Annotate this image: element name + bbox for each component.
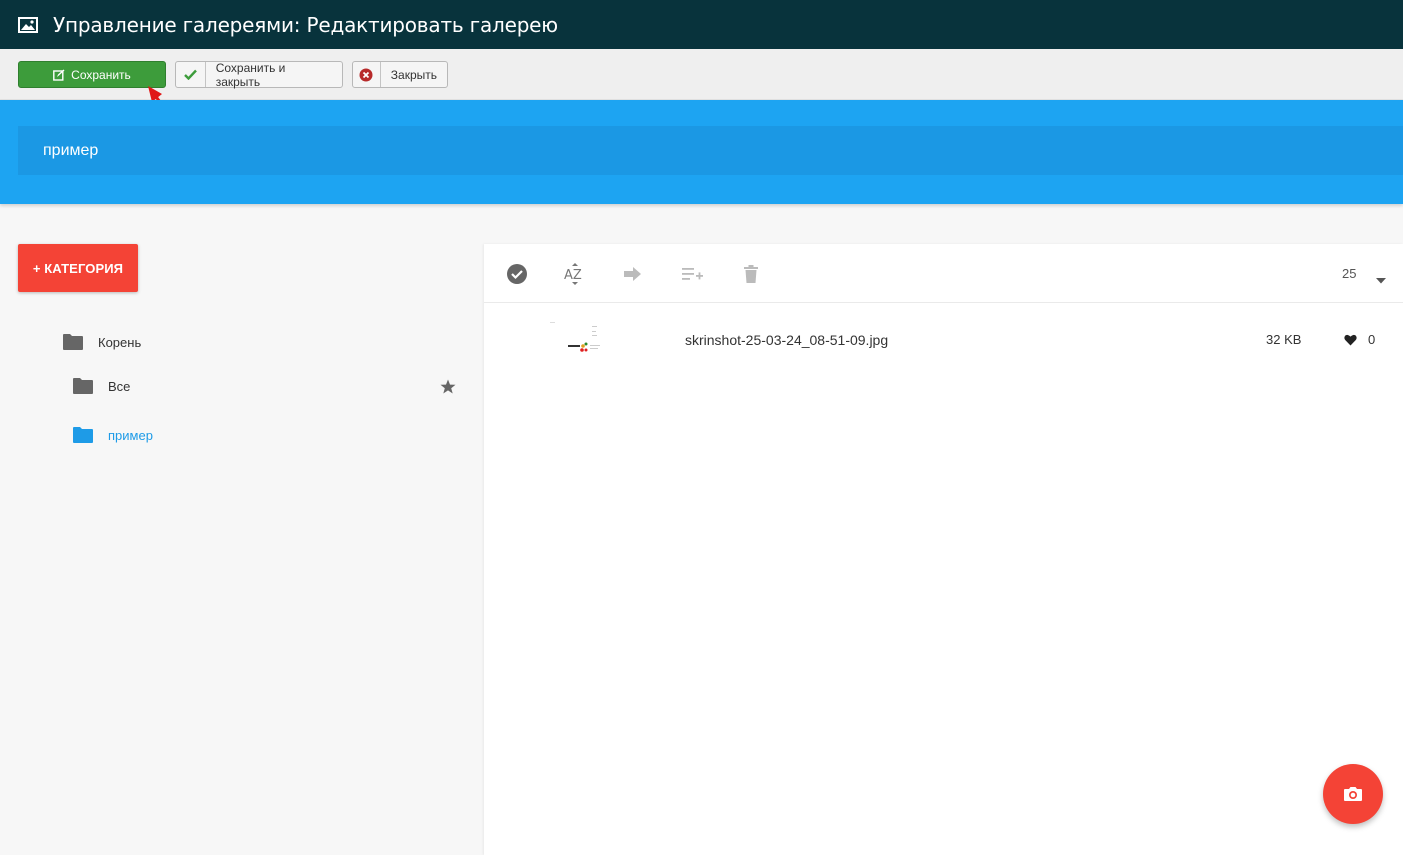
likes: 0: [1344, 332, 1375, 347]
add-to-playlist-icon[interactable]: [680, 262, 704, 286]
select-all-icon[interactable]: [505, 262, 529, 286]
gallery-name-field[interactable]: пример: [18, 126, 1403, 175]
folder-icon: [62, 333, 84, 351]
gallery-name: пример: [43, 141, 99, 159]
file-thumbnail[interactable]: [546, 320, 610, 358]
files-panel: AZ 25 skrinshot-25-03-24_08-51-09.jpg 32…: [484, 244, 1403, 855]
upload-photo-button[interactable]: [1323, 764, 1383, 824]
folder-icon: [72, 377, 94, 395]
image-icon: [18, 16, 38, 33]
edit-icon: [53, 69, 65, 81]
close-label: Закрыть: [390, 67, 437, 82]
gallery-header: пример: [0, 100, 1403, 204]
add-category-button[interactable]: + КАТЕГОРИЯ: [18, 244, 138, 292]
folder-icon: [72, 426, 94, 444]
close-button[interactable]: Закрыть: [352, 61, 448, 88]
tree-item-all[interactable]: Все: [72, 377, 130, 395]
tree-item-label: пример: [108, 427, 153, 443]
page-title: Управление галереями: Редактировать гале…: [53, 12, 558, 37]
sort-az-icon[interactable]: AZ: [563, 262, 587, 286]
title-bar: Управление галереями: Редактировать гале…: [0, 0, 1403, 49]
chevron-down-icon[interactable]: [1376, 271, 1386, 289]
toolbar: Сохранить Сохранить и закрыть Закрыть: [0, 49, 1403, 100]
trash-icon[interactable]: [739, 262, 763, 286]
cancel-icon: [353, 62, 381, 87]
file-size: 32 KB: [1266, 332, 1302, 347]
save-and-close-button[interactable]: Сохранить и закрыть: [175, 60, 343, 89]
move-arrow-icon[interactable]: [621, 262, 645, 286]
camera-icon: [1343, 786, 1363, 802]
per-page-value[interactable]: 25: [1342, 266, 1356, 281]
star-icon[interactable]: [440, 379, 456, 399]
file-name[interactable]: skrinshot-25-03-24_08-51-09.jpg: [685, 332, 888, 348]
svg-text:AZ: AZ: [564, 268, 582, 283]
heart-icon[interactable]: [1344, 334, 1357, 346]
tree-item-label: Корень: [98, 334, 142, 350]
save-button-label: Сохранить: [71, 67, 131, 82]
likes-count: 0: [1368, 332, 1376, 347]
tree-item-example[interactable]: пример: [72, 426, 153, 444]
tree-item-label: Все: [108, 378, 131, 394]
file-row[interactable]: skrinshot-25-03-24_08-51-09.jpg 32 KB 0: [484, 304, 1403, 374]
tree-item-root[interactable]: Корень: [62, 333, 141, 351]
save-and-close-label: Сохранить и закрыть: [215, 60, 286, 89]
files-toolbar: AZ 25: [484, 244, 1403, 303]
